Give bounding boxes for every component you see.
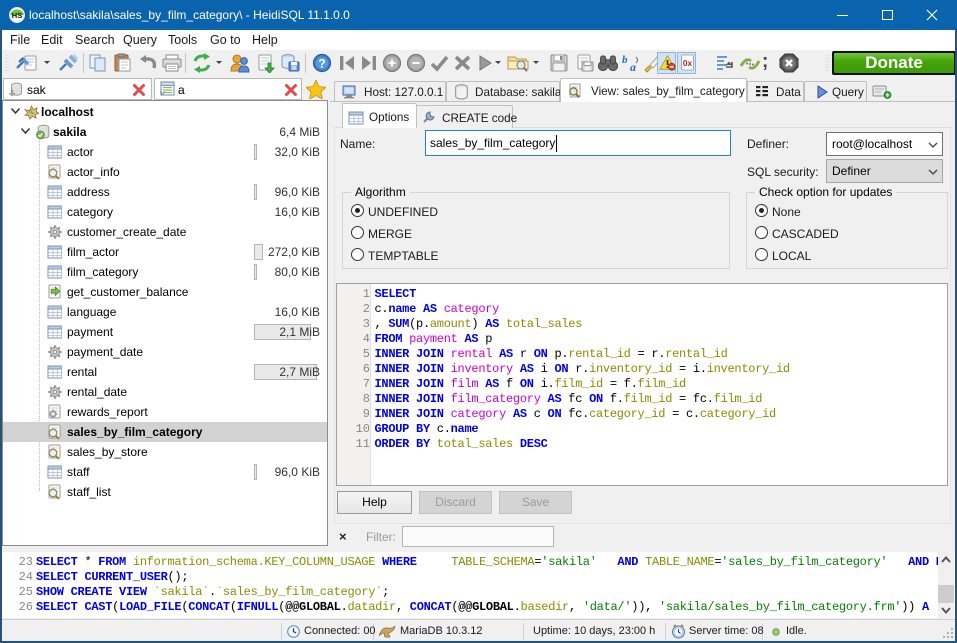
svg-text:0x: 0x — [683, 58, 693, 68]
svg-text:HS: HS — [12, 11, 22, 20]
svg-text:b: b — [622, 54, 628, 66]
svg-text:a: a — [630, 60, 636, 73]
svg-text:?: ? — [318, 57, 325, 71]
